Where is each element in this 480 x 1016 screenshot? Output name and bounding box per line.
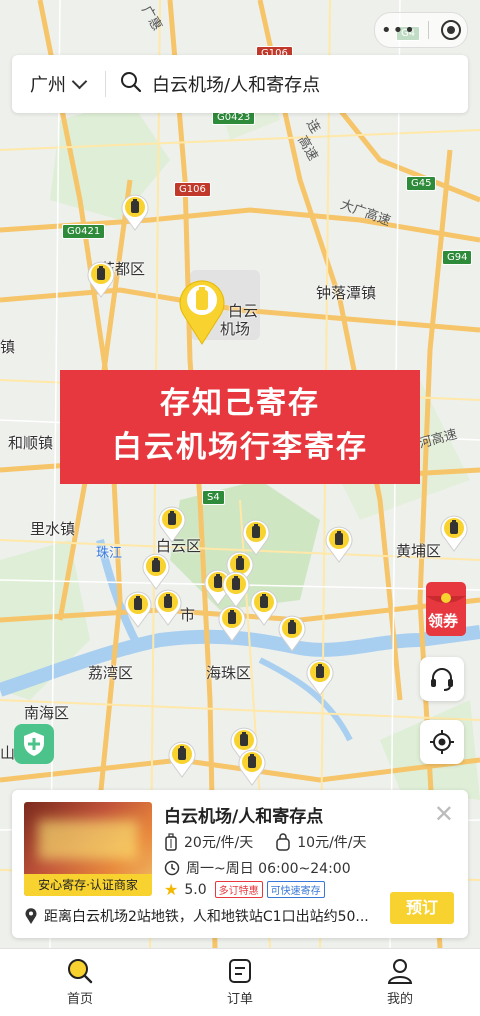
- locate-icon: [430, 730, 454, 754]
- banner-line-1: 存知己寄存: [160, 386, 320, 421]
- storage-pin[interactable]: [87, 260, 115, 298]
- book-button[interactable]: 预订: [390, 892, 454, 924]
- shield-g0421: G0421: [62, 224, 106, 239]
- tab-profile-label: 我的: [386, 992, 413, 1007]
- map-label-nanhai: 南海区: [24, 704, 70, 722]
- map-label-left-shan: 山: [0, 744, 16, 762]
- discount-tag: 多订特惠: [214, 881, 263, 898]
- map-label-haizhu: 海珠区: [206, 664, 252, 682]
- storage-pin[interactable]: [222, 570, 250, 608]
- miniprogram-capsule: •••: [374, 12, 468, 48]
- shield-g45: G45: [406, 176, 437, 191]
- banner-line-2: 白云机场行李寄存: [112, 430, 368, 465]
- clock-icon: [164, 860, 180, 876]
- map-label-heshun: 和顺镇: [8, 434, 54, 452]
- tab-profile[interactable]: 我的: [320, 949, 480, 1016]
- distance-row: 距离白云机场2站地铁，人和地铁站C1口出站约50...: [24, 906, 374, 926]
- close-miniprogram-icon[interactable]: [440, 20, 461, 40]
- search-bar: 广州 白云机场/人和寄存点: [12, 55, 468, 113]
- shield-g106: G106: [174, 182, 211, 197]
- home-search-icon: [68, 959, 93, 984]
- storage-pin[interactable]: [238, 748, 266, 786]
- storage-pin[interactable]: [325, 525, 353, 563]
- map-label-left-zhen: 镇: [0, 338, 16, 356]
- chevron-down-icon: [71, 73, 88, 89]
- storage-pin[interactable]: [124, 590, 152, 628]
- price-row: 20元/件/天 10元/件/天: [164, 832, 367, 852]
- price-bag: 10元/件/天: [297, 835, 367, 851]
- bottom-tab-bar: 首页 订单 我的: [0, 948, 480, 1016]
- map-label-shi: 市: [180, 606, 196, 624]
- customer-service-button[interactable]: [420, 657, 464, 701]
- close-icon[interactable]: ✕: [434, 800, 454, 828]
- storage-pin[interactable]: [154, 588, 182, 626]
- coupon-label: 领券: [428, 612, 459, 630]
- rating-row: ★ 5.0 多订特惠 可快速寄存: [164, 880, 325, 899]
- shield-s4: S4: [202, 490, 225, 505]
- user-icon: [387, 959, 413, 984]
- price-luggage: 20元/件/天: [184, 835, 254, 851]
- storage-pin[interactable]: [168, 740, 196, 778]
- orders-icon: [229, 959, 251, 983]
- map-label-liwan: 荔湾区: [88, 664, 134, 682]
- store-card[interactable]: 安心寄存·认证商家 白云机场/人和寄存点 ✕ 20元/件/天 10元/件/天 周…: [12, 790, 468, 938]
- storage-pin[interactable]: [278, 614, 306, 652]
- storage-pin[interactable]: [250, 588, 278, 626]
- store-title: 白云机场/人和寄存点: [164, 807, 324, 827]
- rating-value: 5.0: [184, 881, 207, 898]
- star-icon: ★: [164, 880, 179, 899]
- distance-text: 距离白云机场2站地铁，人和地铁站C1口出站约50...: [44, 909, 369, 925]
- shield-g94: G94: [442, 250, 473, 265]
- map-label-huangpu: 黄埔区: [396, 542, 442, 560]
- search-icon: [120, 71, 142, 97]
- tab-home[interactable]: 首页: [0, 949, 160, 1016]
- express-tag: 可快速寄存: [266, 881, 325, 898]
- coupon-button[interactable]: 领券: [422, 580, 470, 638]
- certified-merchant-badge: 安心寄存·认证商家: [24, 874, 152, 896]
- storage-pin[interactable]: [218, 604, 246, 642]
- selected-storage-pin[interactable]: [178, 276, 226, 346]
- capsule-divider: [427, 21, 429, 39]
- city-label: 广州: [30, 75, 66, 96]
- city-selector[interactable]: 广州: [30, 71, 88, 97]
- search-input[interactable]: 白云机场/人和寄存点: [152, 71, 320, 97]
- more-menu-icon[interactable]: •••: [381, 20, 416, 41]
- suitcase-icon: [165, 833, 177, 851]
- storage-pin[interactable]: [158, 505, 186, 543]
- shield-plus-icon: [24, 732, 44, 756]
- map-label-zhongluotan: 钟落潭镇: [316, 284, 377, 302]
- tab-orders-label: 订单: [226, 992, 253, 1007]
- locate-button[interactable]: [420, 720, 464, 764]
- headset-icon: [431, 668, 453, 691]
- promo-banner[interactable]: 存知己寄存 白云机场行李寄存: [60, 370, 420, 484]
- location-pin-icon: [25, 908, 37, 924]
- tab-orders[interactable]: 订单: [160, 949, 320, 1016]
- storage-pin[interactable]: [121, 193, 149, 231]
- store-photo: 安心寄存·认证商家: [24, 802, 152, 896]
- map-label-zhujiang: 珠江: [96, 546, 123, 561]
- business-hours: 周一~周日 06:00~24:00: [186, 861, 351, 877]
- search-divider: [105, 71, 106, 97]
- storage-pin[interactable]: [306, 658, 334, 696]
- storage-pin[interactable]: [142, 552, 170, 590]
- store-photo-blur: [38, 820, 138, 860]
- map-label-lishui: 里水镇: [30, 520, 76, 538]
- storage-pin[interactable]: [440, 514, 468, 552]
- hours-row: 周一~周日 06:00~24:00: [164, 858, 351, 878]
- safety-button[interactable]: [14, 724, 54, 764]
- tab-home-label: 首页: [66, 992, 93, 1007]
- bag-icon: [276, 833, 290, 851]
